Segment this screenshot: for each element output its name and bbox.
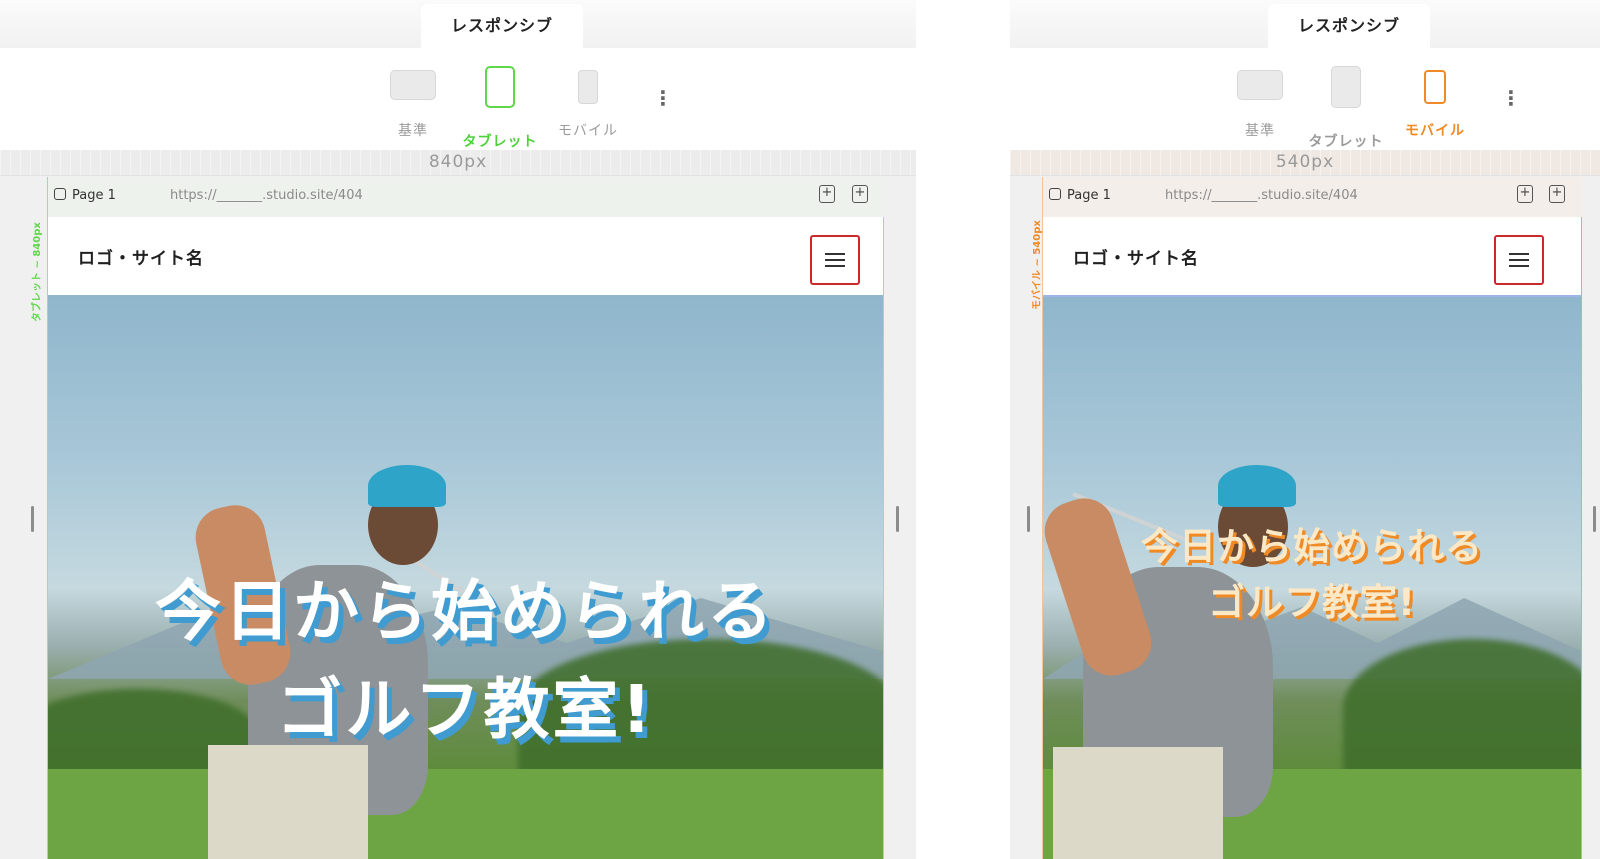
hero-headline-line2: ゴルフ教室! (1208, 581, 1416, 624)
site-frame: ロゴ・サイト名 今日から始められる ゴルフ教室! (47, 217, 884, 859)
ruler-width-label: 840px (428, 152, 488, 172)
tab-bar: レスポンシブ (1010, 0, 1600, 48)
resize-handle-left[interactable] (31, 506, 34, 532)
site-header: ロゴ・サイト名 (48, 217, 883, 295)
hamburger-icon-line (1509, 259, 1529, 261)
hero-headline-line1: 今日から始められる (155, 573, 776, 650)
device-tablet[interactable]: タブレット (460, 48, 540, 150)
site-logo[interactable]: ロゴ・サイト名 (78, 244, 204, 269)
device-base[interactable]: 基準 (1220, 48, 1300, 150)
add-page-icon[interactable]: + (819, 185, 835, 203)
site-frame: ロゴ・サイト名 今日から始められる ゴルフ教室! (1042, 217, 1582, 859)
tab-responsive[interactable]: レスポンシブ (421, 4, 583, 48)
hamburger-icon-line (825, 259, 845, 261)
address-bar: Page 1 https://_______.studio.site/404 +… (47, 177, 884, 217)
site-header: ロゴ・サイト名 (1043, 217, 1581, 295)
device-mobile-label: モバイル (1405, 123, 1465, 139)
page-icon (1049, 188, 1061, 200)
mobile-icon (1424, 70, 1446, 104)
mobile-preview-panel: レスポンシブ 基準 タブレット モバイル ⋮ 540px モバイル ~ 540p… (1010, 0, 1600, 859)
hamburger-menu-button[interactable] (810, 235, 860, 285)
page-icon (54, 188, 66, 200)
hamburger-icon (1509, 253, 1529, 255)
tablet-icon (485, 66, 515, 108)
add-icon[interactable]: + (852, 185, 868, 203)
trees (1343, 639, 1581, 779)
hero-headline-line2: ゴルフ教室! (276, 671, 655, 748)
breakpoint-side-label: モバイル ~ 540px (1032, 220, 1043, 310)
device-mobile[interactable]: モバイル (1395, 48, 1475, 150)
device-mobile[interactable]: モバイル (548, 48, 628, 150)
page-name: Page 1 (1067, 188, 1111, 203)
golfer-pants (208, 745, 368, 859)
device-toolbar: 基準 タブレット モバイル ⋮ (0, 48, 916, 150)
resize-handle-right[interactable] (1593, 506, 1596, 532)
device-base-label: 基準 (398, 123, 428, 139)
golfer-cap (368, 465, 446, 507)
mobile-icon (578, 70, 598, 104)
hero-image: 今日から始められる ゴルフ教室! (1043, 295, 1581, 859)
address-bar: Page 1 https://_______.studio.site/404 +… (1042, 177, 1582, 217)
desktop-icon (1237, 70, 1283, 100)
resize-handle-right[interactable] (896, 506, 899, 532)
kebab-icon[interactable]: ⋮ (653, 88, 673, 108)
hamburger-icon-line (825, 265, 845, 267)
resize-handle-left[interactable] (1027, 506, 1030, 532)
hamburger-icon (825, 253, 845, 255)
page-name: Page 1 (72, 188, 116, 203)
tablet-preview-panel: レスポンシブ 基準 タブレット モバイル ⋮ 840px タブレット ~ 840… (0, 0, 916, 859)
device-base[interactable]: 基準 (373, 48, 453, 150)
hero-headline-line1: 今日から始められる (1141, 525, 1483, 568)
width-ruler: 840px (0, 150, 916, 176)
hamburger-menu-button[interactable] (1494, 235, 1544, 285)
hero-image: 今日から始められる ゴルフ教室! (48, 295, 883, 859)
site-logo[interactable]: ロゴ・サイト名 (1073, 244, 1199, 269)
tablet-icon (1331, 66, 1361, 108)
tab-responsive[interactable]: レスポンシブ (1268, 4, 1430, 48)
ruler-width-label: 540px (1275, 152, 1335, 172)
width-ruler: 540px (1010, 150, 1600, 176)
add-icon[interactable]: + (1549, 185, 1565, 203)
page-url: https://_______.studio.site/404 (170, 188, 363, 203)
golfer (1043, 447, 1363, 859)
hero-headline: 今日から始められる ゴルフ教室! (1043, 519, 1581, 631)
device-base-label: 基準 (1245, 123, 1275, 139)
page-url: https://_______.studio.site/404 (1165, 188, 1358, 203)
hamburger-icon-line (1509, 265, 1529, 267)
tab-bar: レスポンシブ (0, 0, 916, 48)
desktop-icon (390, 70, 436, 100)
page-label[interactable]: Page 1 (1049, 188, 1111, 203)
device-tablet[interactable]: タブレット (1306, 48, 1386, 150)
golfer-pants (1053, 747, 1223, 859)
add-page-icon[interactable]: + (1517, 185, 1533, 203)
device-toolbar: 基準 タブレット モバイル ⋮ (1010, 48, 1600, 150)
page-label[interactable]: Page 1 (54, 188, 116, 203)
device-mobile-label: モバイル (558, 123, 618, 139)
kebab-icon[interactable]: ⋮ (1501, 88, 1521, 108)
golfer-cap (1218, 465, 1296, 507)
hero-headline: 今日から始められる ゴルフ教室! (48, 563, 883, 759)
breakpoint-side-label: タブレット ~ 840px (32, 222, 43, 322)
